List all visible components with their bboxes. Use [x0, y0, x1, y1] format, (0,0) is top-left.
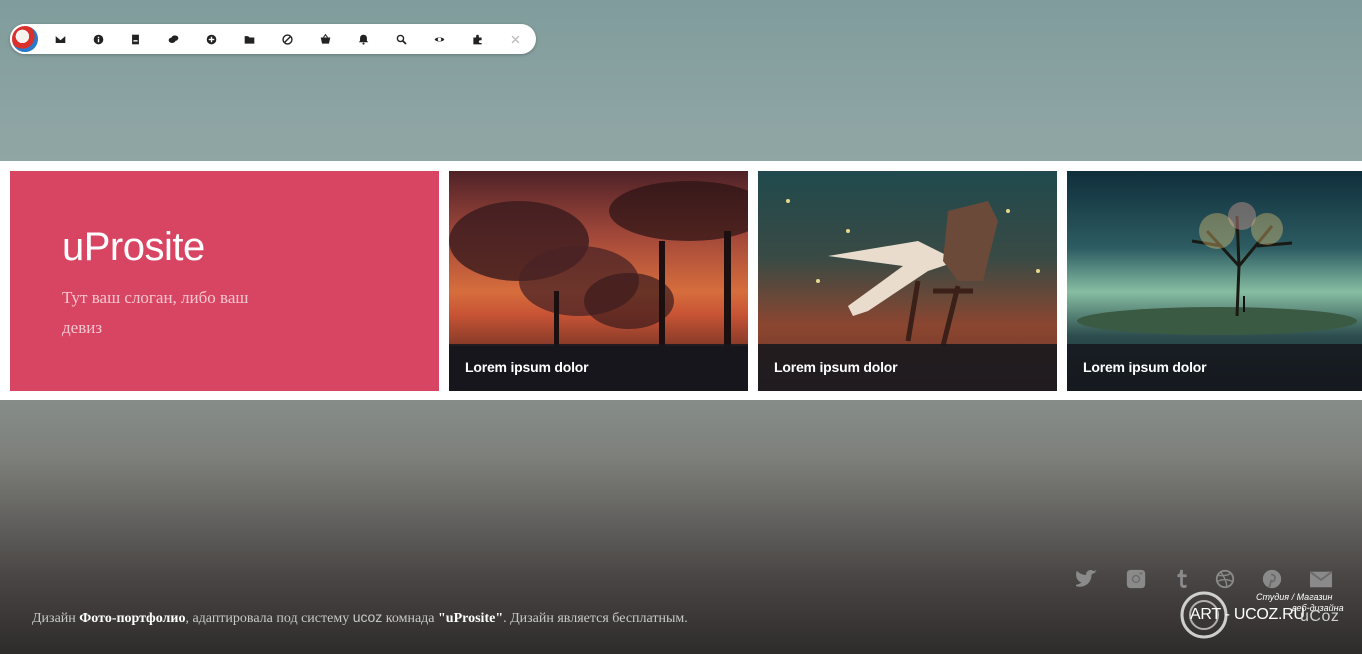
footer-text-part: Дизайн	[32, 611, 80, 626]
eye-icon[interactable]	[431, 31, 447, 47]
shop-icon[interactable]	[317, 31, 333, 47]
portfolio-card[interactable]: Lorem ipsum dolor	[1067, 171, 1362, 391]
card-caption-text: Lorem ipsum dolor	[465, 359, 589, 375]
info-icon[interactable]	[90, 31, 106, 47]
footer-text-part: . Дизайн является бесплатным.	[503, 611, 688, 626]
hero-block: uProsite Тут ваш слоган, либо ваш девиз	[10, 171, 439, 391]
pinterest-icon[interactable]	[1260, 569, 1284, 589]
site-tagline: Тут ваш слоган, либо ваш девиз	[62, 288, 249, 337]
dribbble-icon[interactable]	[1213, 569, 1237, 589]
card-caption-text: Lorem ipsum dolor	[1083, 359, 1207, 375]
mail-icon[interactable]	[52, 31, 68, 47]
chat-icon[interactable]	[165, 31, 181, 47]
ucoz-brand-link[interactable]: uCoz	[1300, 608, 1339, 626]
studio-link[interactable]: ART - UCOZ.RU	[1190, 606, 1305, 624]
card-caption: Lorem ipsum dolor	[449, 344, 748, 391]
studio-subtitle-line: Студия / Магазин	[1256, 592, 1333, 602]
email-icon[interactable]	[1309, 569, 1333, 589]
document-icon[interactable]	[127, 31, 143, 47]
close-icon[interactable]	[507, 31, 523, 47]
bell-icon[interactable]	[355, 31, 371, 47]
instagram-icon[interactable]	[1124, 569, 1148, 589]
portfolio-card[interactable]: Lorem ipsum dolor	[449, 171, 748, 391]
design-name: Фото-портфолио	[79, 611, 186, 626]
card-caption: Lorem ipsum dolor	[758, 344, 1057, 391]
admin-toolbar	[10, 24, 536, 54]
footer-text-part: , адаптировала под систему	[185, 611, 353, 626]
user-avatar[interactable]	[10, 24, 40, 54]
puzzle-icon[interactable]	[469, 31, 485, 47]
footer-credits: Дизайн Фото-портфолио, адаптировала под …	[32, 609, 688, 627]
team-name[interactable]: "uProsite"	[438, 611, 503, 626]
folder-icon[interactable]	[241, 31, 257, 47]
twitter-icon[interactable]	[1075, 569, 1099, 589]
portfolio-band: uProsite Тут ваш слоган, либо ваш девиз …	[0, 161, 1362, 400]
tumblr-icon[interactable]	[1170, 569, 1194, 589]
card-caption-text: Lorem ipsum dolor	[774, 359, 898, 375]
system-name[interactable]: ucoz	[353, 609, 383, 625]
site-title[interactable]: uProsite	[62, 225, 205, 270]
add-icon[interactable]	[203, 31, 219, 47]
search-icon[interactable]	[393, 31, 409, 47]
card-caption: Lorem ipsum dolor	[1067, 344, 1362, 391]
portfolio-card[interactable]: Lorem ipsum dolor	[758, 171, 1057, 391]
footer-text-part: комнада	[382, 611, 439, 626]
block-icon[interactable]	[279, 31, 295, 47]
